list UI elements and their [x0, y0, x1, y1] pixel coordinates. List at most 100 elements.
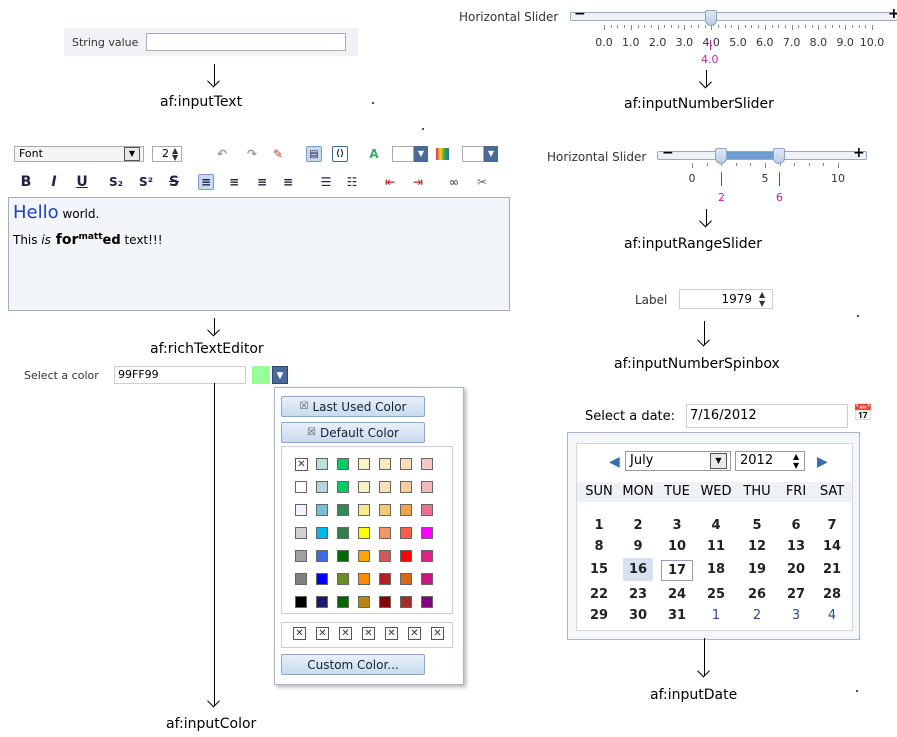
- previous-month-icon[interactable]: ◀: [609, 454, 620, 470]
- calendar-day[interactable]: 19: [742, 562, 772, 577]
- next-month-icon[interactable]: ▶: [817, 454, 828, 470]
- calendar-day[interactable]: 6: [781, 518, 811, 533]
- color-swatch[interactable]: [421, 504, 433, 516]
- calendar-day[interactable]: 3: [662, 518, 692, 533]
- calendar-day[interactable]: 14: [817, 539, 847, 554]
- color-value-input[interactable]: 99FF99: [114, 366, 246, 384]
- calendar-day[interactable]: 9: [623, 539, 653, 554]
- spinner-icon[interactable]: ▲ ▼: [793, 452, 799, 470]
- text-color-icon[interactable]: A: [366, 146, 382, 162]
- color-swatch[interactable]: [337, 596, 349, 608]
- color-swatch[interactable]: [358, 596, 370, 608]
- color-swatch[interactable]: [421, 458, 433, 470]
- color-swatch[interactable]: [400, 550, 412, 562]
- slider-increment-icon[interactable]: +: [853, 145, 865, 161]
- color-swatch[interactable]: [337, 504, 349, 516]
- color-swatch-preview[interactable]: [252, 366, 270, 384]
- calendar-day[interactable]: 4: [701, 518, 731, 533]
- empty-recent-swatch[interactable]: ✕: [431, 627, 444, 640]
- background-color-swatch[interactable]: [462, 146, 484, 162]
- text-color-swatch[interactable]: [392, 146, 414, 162]
- color-swatch[interactable]: [295, 481, 307, 493]
- calendar-day[interactable]: 15: [584, 562, 614, 577]
- source-mode-icon[interactable]: ⟨⟩: [332, 146, 348, 162]
- calendar-day[interactable]: 12: [742, 539, 772, 554]
- outdent-icon[interactable]: ⇤: [382, 174, 398, 190]
- empty-recent-swatch[interactable]: ✕: [385, 627, 398, 640]
- slider-decrement-icon[interactable]: −: [662, 145, 674, 161]
- calendar-day[interactable]: 8: [584, 539, 614, 554]
- color-swatch[interactable]: [400, 481, 412, 493]
- color-swatch[interactable]: [337, 550, 349, 562]
- default-color-button[interactable]: ☒ Default Color: [281, 422, 425, 443]
- calendar-day[interactable]: 30: [623, 608, 653, 623]
- indent-icon[interactable]: ⇥: [410, 174, 426, 190]
- empty-recent-swatch[interactable]: ✕: [293, 627, 306, 640]
- color-swatch[interactable]: [316, 504, 328, 516]
- color-swatch[interactable]: [358, 550, 370, 562]
- background-color-icon[interactable]: [436, 148, 449, 160]
- calendar-day[interactable]: 13: [781, 539, 811, 554]
- color-swatch[interactable]: [400, 458, 412, 470]
- calendar-day[interactable]: 7: [817, 518, 847, 533]
- calendar-day[interactable]: 1: [701, 608, 731, 623]
- color-swatch[interactable]: [337, 527, 349, 539]
- calendar-icon[interactable]: 📅: [853, 403, 873, 422]
- color-swatch[interactable]: [379, 527, 391, 539]
- calendar-day[interactable]: 10: [662, 539, 692, 554]
- calendar-day[interactable]: 26: [742, 587, 772, 602]
- calendar-day[interactable]: 11: [701, 539, 731, 554]
- calendar-day[interactable]: 2: [742, 608, 772, 623]
- calendar-day[interactable]: 20: [781, 562, 811, 577]
- color-swatch[interactable]: [421, 550, 433, 562]
- calendar-day[interactable]: 21: [817, 562, 847, 577]
- color-swatch[interactable]: [400, 527, 412, 539]
- color-swatch[interactable]: [316, 573, 328, 585]
- color-swatch[interactable]: [421, 527, 433, 539]
- underline-icon[interactable]: U: [74, 174, 90, 190]
- color-swatch[interactable]: [295, 527, 307, 539]
- calendar-day[interactable]: 17: [661, 560, 693, 581]
- undo-icon[interactable]: ↶: [214, 146, 230, 162]
- chevron-down-icon[interactable]: ▼: [124, 147, 140, 161]
- empty-recent-swatch[interactable]: ✕: [339, 627, 352, 640]
- rich-text-editor-area[interactable]: Hello world. This is formatted text!!!: [8, 197, 510, 311]
- unlink-icon[interactable]: ✂: [474, 174, 490, 190]
- range-high-thumb[interactable]: [773, 148, 785, 164]
- calendar-day[interactable]: 25: [701, 587, 731, 602]
- eraser-icon[interactable]: ✎: [270, 146, 286, 162]
- color-swatch[interactable]: [337, 458, 349, 470]
- spinner-icon[interactable]: ▲ ▼: [759, 290, 765, 308]
- calendar-day[interactable]: 4: [817, 608, 847, 623]
- color-swatch[interactable]: [316, 481, 328, 493]
- align-left-icon[interactable]: ≡: [198, 174, 214, 190]
- color-swatch[interactable]: [379, 550, 391, 562]
- slider-increment-icon[interactable]: +: [888, 6, 897, 22]
- date-input[interactable]: 7/16/2012: [686, 404, 848, 428]
- align-center-icon[interactable]: ≡: [226, 174, 242, 190]
- italic-icon[interactable]: I: [46, 174, 62, 190]
- color-swatch[interactable]: [337, 481, 349, 493]
- color-swatch[interactable]: [421, 481, 433, 493]
- calendar-day[interactable]: 18: [701, 562, 731, 577]
- calendar-day[interactable]: 29: [584, 608, 614, 623]
- color-swatch[interactable]: [379, 458, 391, 470]
- color-swatch[interactable]: [379, 481, 391, 493]
- color-swatch[interactable]: [295, 596, 307, 608]
- color-swatch[interactable]: [421, 573, 433, 585]
- last-used-color-button[interactable]: ☒ Last Used Color: [281, 396, 425, 417]
- color-swatch[interactable]: [400, 504, 412, 516]
- color-swatch[interactable]: [358, 481, 370, 493]
- calendar-day[interactable]: 28: [817, 587, 847, 602]
- chevron-down-icon[interactable]: ▼: [272, 366, 288, 384]
- bold-icon[interactable]: B: [18, 174, 34, 190]
- color-swatch[interactable]: [379, 504, 391, 516]
- color-swatch[interactable]: [316, 596, 328, 608]
- color-swatch[interactable]: [358, 527, 370, 539]
- color-swatch[interactable]: [295, 504, 307, 516]
- color-swatch[interactable]: [295, 550, 307, 562]
- bulleted-list-icon[interactable]: ☰: [318, 174, 334, 190]
- color-swatch[interactable]: [316, 458, 328, 470]
- rich-mode-icon[interactable]: ▤: [306, 146, 322, 162]
- calendar-day[interactable]: 24: [662, 587, 692, 602]
